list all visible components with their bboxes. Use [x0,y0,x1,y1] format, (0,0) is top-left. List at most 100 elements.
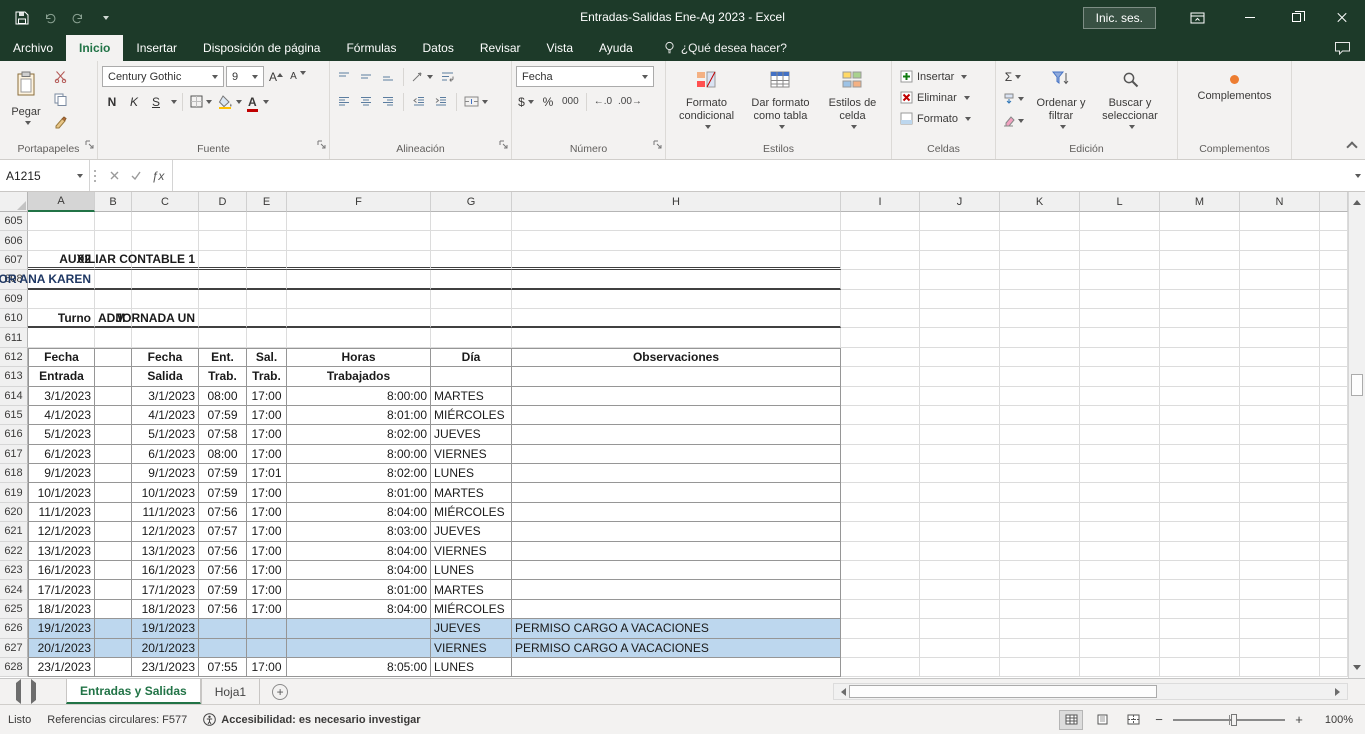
comments-icon[interactable] [1334,41,1351,55]
cell-D624[interactable]: 07:59 [199,580,247,599]
row-header-619[interactable]: 619 [0,483,28,502]
cell-N618[interactable] [1240,464,1320,483]
cell-L620[interactable] [1080,503,1160,522]
cell-partial-607[interactable] [1320,251,1348,270]
ribbon-tab-inicio[interactable]: Inicio [66,35,123,61]
row-header-612[interactable]: 612 [0,348,28,367]
cell-I616[interactable] [841,425,920,444]
cell-I625[interactable] [841,600,920,619]
ribbon-tab-ayuda[interactable]: Ayuda [586,35,646,61]
column-header-A[interactable]: A [28,192,95,212]
cell-I611[interactable] [841,328,920,347]
vertical-scrollbar[interactable] [1348,192,1365,678]
cell-N613[interactable] [1240,367,1320,386]
cell-D605[interactable] [199,212,247,231]
row-header-605[interactable]: 605 [0,212,28,231]
cell-C620[interactable]: 11/1/2023 [132,503,199,522]
cell-F622[interactable]: 8:04:00 [287,542,431,561]
cell-L618[interactable] [1080,464,1160,483]
cell-H623[interactable] [512,561,841,580]
row-header-613[interactable]: 613 [0,367,28,386]
cell-N624[interactable] [1240,580,1320,599]
cell-L623[interactable] [1080,561,1160,580]
cell-C627[interactable]: 20/1/2023 [132,639,199,658]
cell-G617[interactable]: VIERNES [431,445,512,464]
tell-me-box[interactable]: ¿Qué desea hacer? [664,35,787,61]
cell-N626[interactable] [1240,619,1320,638]
cell-F605[interactable] [287,212,431,231]
cell-F608[interactable] [287,270,431,289]
cell-L628[interactable] [1080,658,1160,677]
cell-M623[interactable] [1160,561,1240,580]
cell-C613[interactable]: Salida [132,367,199,386]
cell-D614[interactable]: 08:00 [199,387,247,406]
cell-D627[interactable] [199,639,247,658]
cell-G612[interactable]: Día [431,348,512,367]
cell-L624[interactable] [1080,580,1160,599]
cell-N611[interactable] [1240,328,1320,347]
cell-E607[interactable] [247,251,287,270]
redo-icon[interactable] [66,6,90,30]
cell-E614[interactable]: 17:00 [247,387,287,406]
cell-M626[interactable] [1160,619,1240,638]
cell-L621[interactable] [1080,522,1160,541]
cell-B619[interactable] [95,483,132,502]
cell-partial-609[interactable] [1320,290,1348,309]
cell-J620[interactable] [920,503,1000,522]
cell-C611[interactable] [132,328,199,347]
cell-J611[interactable] [920,328,1000,347]
cell-A611[interactable] [28,328,95,347]
cell-G609[interactable] [431,290,512,309]
cell-C618[interactable]: 9/1/2023 [132,464,199,483]
cell-H612[interactable]: Observaciones [512,348,841,367]
cell-E617[interactable]: 17:00 [247,445,287,464]
cell-A627[interactable]: 20/1/2023 [28,639,95,658]
cell-J608[interactable] [920,270,1000,289]
cell-I628[interactable] [841,658,920,677]
save-icon[interactable] [10,6,34,30]
new-sheet-button[interactable] [272,684,288,700]
cell-F621[interactable]: 8:03:00 [287,522,431,541]
find-select-button[interactable]: Buscar y seleccionar [1094,66,1166,141]
row-header-627[interactable]: 627 [0,639,28,658]
cell-D625[interactable]: 07:56 [199,600,247,619]
cell-I613[interactable] [841,367,920,386]
cell-N605[interactable] [1240,212,1320,231]
align-right-button[interactable] [378,91,398,112]
sheet-scroll-left-icon[interactable] [12,683,21,701]
cell-H611[interactable] [512,328,841,347]
cell-B616[interactable] [95,425,132,444]
cell-A616[interactable]: 5/1/2023 [28,425,95,444]
cell-F628[interactable]: 8:05:00 [287,658,431,677]
cell-J619[interactable] [920,483,1000,502]
scroll-left-icon[interactable] [834,684,849,699]
cell-E610[interactable] [247,309,287,328]
cell-M617[interactable] [1160,445,1240,464]
cell-N625[interactable] [1240,600,1320,619]
cell-H627[interactable]: PERMISO CARGO A VACACIONES [512,639,841,658]
cell-D607[interactable] [199,251,247,270]
column-header-M[interactable]: M [1160,192,1240,212]
format-painter-button[interactable] [50,112,70,133]
cell-K606[interactable] [1000,231,1080,250]
cell-partial-620[interactable] [1320,503,1348,522]
cell-I612[interactable] [841,348,920,367]
cell-J625[interactable] [920,600,1000,619]
cell-N627[interactable] [1240,639,1320,658]
customize-qat-icon[interactable] [94,6,118,30]
cell-F613[interactable]: Trabajados [287,367,431,386]
clipboard-dialog-launcher-icon[interactable] [85,137,95,155]
cell-B612[interactable] [95,348,132,367]
cell-K608[interactable] [1000,270,1080,289]
row-header-622[interactable]: 622 [0,542,28,561]
cell-J626[interactable] [920,619,1000,638]
column-header-G[interactable]: G [431,192,512,212]
font-size-select[interactable]: 9 [226,66,264,87]
cell-N620[interactable] [1240,503,1320,522]
increase-indent-button[interactable] [431,91,451,112]
cell-C624[interactable]: 17/1/2023 [132,580,199,599]
cell-K614[interactable] [1000,387,1080,406]
align-middle-button[interactable] [356,66,376,87]
cell-B617[interactable] [95,445,132,464]
cell-L605[interactable] [1080,212,1160,231]
